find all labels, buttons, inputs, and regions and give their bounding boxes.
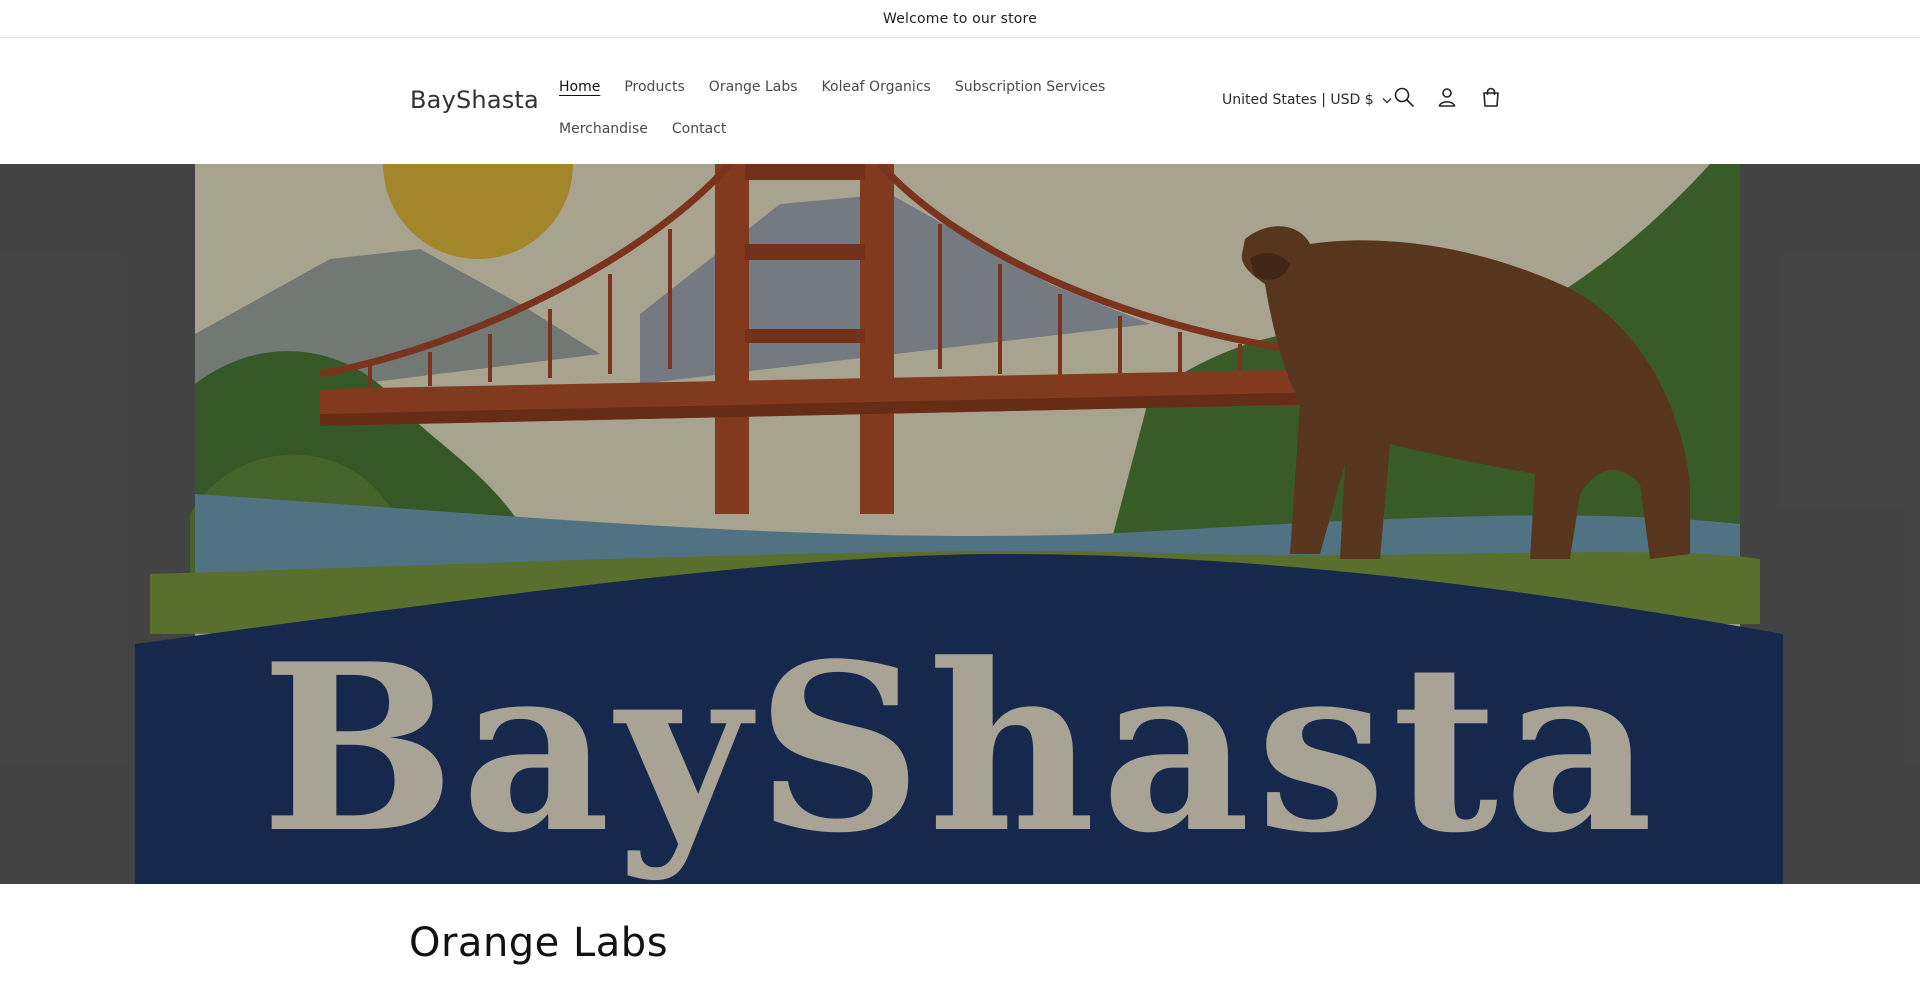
search-button[interactable] <box>1384 79 1424 119</box>
cart-icon <box>1480 86 1502 112</box>
locale-label: United States | USD $ <box>1222 92 1374 108</box>
nav-merchandise[interactable]: Merchandise <box>547 108 660 150</box>
account-icon <box>1436 86 1458 112</box>
country-currency-selector[interactable]: United States | USD $ <box>1222 88 1392 112</box>
nav-products[interactable]: Products <box>612 66 696 108</box>
hero-overlay <box>0 164 1920 884</box>
nav-subscription-services[interactable]: Subscription Services <box>943 66 1117 108</box>
nav-home[interactable]: Home <box>547 66 612 108</box>
announcement-bar: Welcome to our store <box>0 0 1920 38</box>
section-title: Orange Labs <box>409 920 669 966</box>
main-nav: Home Products Orange Labs Koleaf Organic… <box>547 66 1187 150</box>
nav-orange-labs[interactable]: Orange Labs <box>697 66 810 108</box>
store-logo[interactable]: BayShasta <box>410 86 539 114</box>
search-icon <box>1393 86 1415 112</box>
nav-koleaf-organics[interactable]: Koleaf Organics <box>810 66 943 108</box>
announcement-text: Welcome to our store <box>882 10 1038 27</box>
hero-banner: BayShasta <box>0 164 1920 884</box>
nav-contact[interactable]: Contact <box>660 108 738 150</box>
cart-button[interactable] <box>1471 79 1511 119</box>
account-button[interactable] <box>1427 79 1467 119</box>
site-header: BayShasta Home Products Orange Labs Kole… <box>0 38 1920 164</box>
